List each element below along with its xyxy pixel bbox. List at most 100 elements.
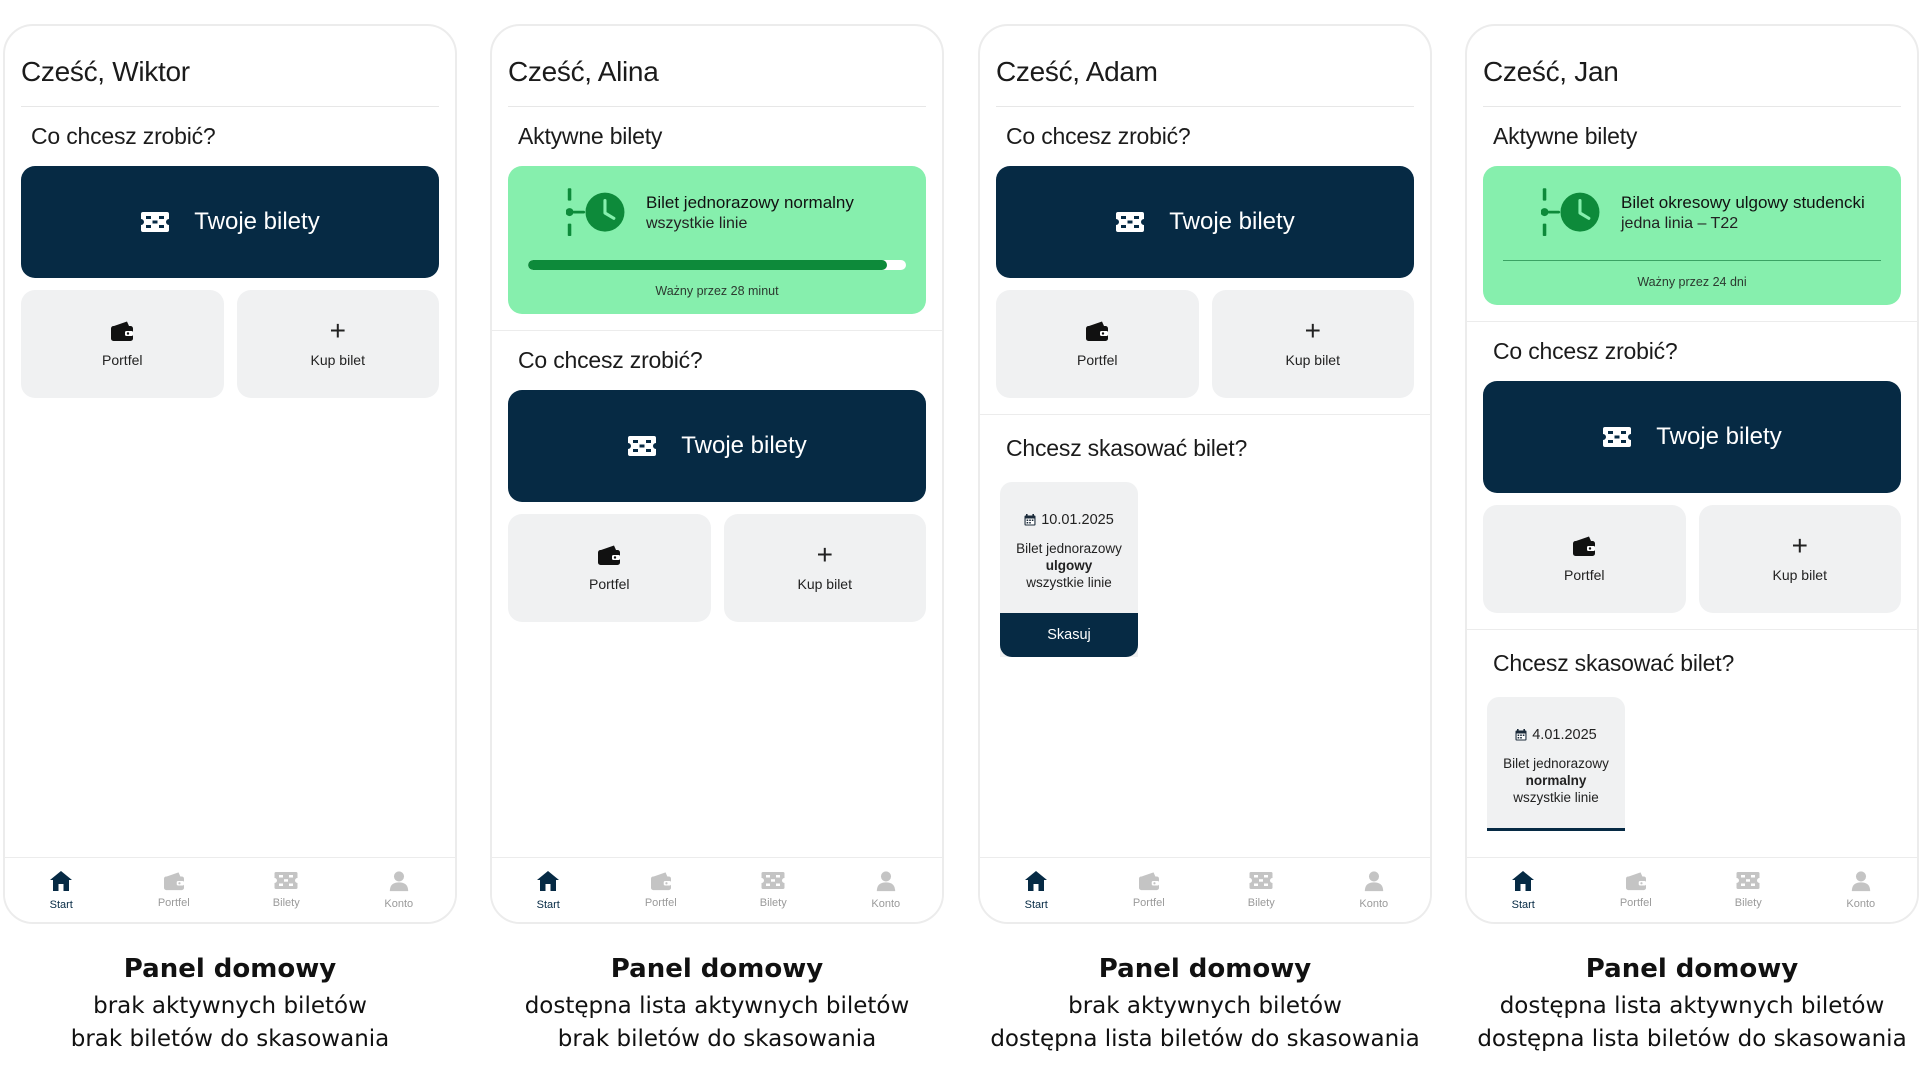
- your-tickets-button[interactable]: Twoje bilety: [996, 166, 1414, 278]
- home-icon: [49, 869, 73, 893]
- validate-title: Chcesz skasować bilet?: [1006, 435, 1248, 461]
- ticket-description: Bilet jednorazowy normalny wszystkie lin…: [1487, 755, 1625, 828]
- nav-tickets[interactable]: Bilety: [717, 858, 830, 922]
- nav-start-label: Start: [1024, 899, 1048, 911]
- nav-account[interactable]: Konto: [343, 858, 456, 922]
- caption-line-1: dostępna lista aktywnych biletów: [1499, 993, 1885, 1019]
- nav-wallet-label: Portfel: [644, 897, 677, 909]
- wallet-icon: [1572, 535, 1596, 557]
- user-icon: [875, 870, 897, 892]
- nav-tickets-label: Bilety: [759, 897, 787, 909]
- active-ticket-card[interactable]: Bilet okresowy ulgowy studencki jedna li…: [1483, 166, 1901, 305]
- ticket-to-validate-card[interactable]: 4.01.2025 Bilet jednorazowy normalny wsz…: [1487, 697, 1625, 831]
- nav-start[interactable]: Start: [5, 858, 118, 922]
- validity-text: Ważny przez 24 dni: [1637, 275, 1747, 289]
- wallet-button[interactable]: Portfel: [21, 290, 224, 398]
- wallet-label: Portfel: [102, 352, 143, 368]
- nav-account[interactable]: Konto: [1805, 858, 1918, 922]
- calendar-icon: [1024, 514, 1036, 526]
- caption-line-2: brak biletów do skasowania: [557, 1026, 877, 1052]
- wallet-label: Portfel: [1564, 567, 1605, 583]
- caption-line-2: dostępna lista biletów do skasowania: [1477, 1026, 1907, 1052]
- active-tickets-section: Aktywne bilety Bilet okresowy ulgowy stu…: [1467, 123, 1917, 305]
- active-tickets-title: Aktywne bilety: [1493, 123, 1638, 149]
- ticket-icon: [627, 435, 657, 457]
- actions-section: Co chcesz zrobić? Twoje bilety Portfel +…: [1467, 321, 1917, 613]
- nav-wallet-label: Portfel: [1132, 897, 1165, 909]
- wallet-button[interactable]: Portfel: [996, 290, 1199, 398]
- phone-screen-3: Cześć, Adam Co chcesz zrobić? Twoje bile…: [978, 24, 1432, 924]
- ticket-to-validate-card[interactable]: 10.01.2025 Bilet jednorazowy ulgowy wszy…: [1000, 482, 1138, 657]
- your-tickets-label: Twoje bilety: [681, 432, 807, 459]
- nav-start-label: Start: [49, 899, 73, 911]
- actions-title: Co chcesz zrobić?: [1493, 338, 1678, 364]
- timer-icon: [1541, 188, 1603, 238]
- ticket-fare: normalny: [1525, 773, 1587, 788]
- nav-wallet[interactable]: Portfel: [1093, 858, 1206, 922]
- nav-wallet[interactable]: Portfel: [605, 858, 718, 922]
- nav-tickets[interactable]: Bilety: [1205, 858, 1318, 922]
- active-tickets-section: Aktywne bilety Bilet jednorazowy normaln…: [492, 123, 942, 314]
- nav-account-label: Konto: [871, 898, 901, 910]
- ticket-icon: [1736, 871, 1760, 891]
- validate-button[interactable]: Skasuj: [1000, 613, 1138, 657]
- your-tickets-button[interactable]: Twoje bilety: [508, 390, 926, 502]
- active-ticket-subtitle: jedna linia – T22: [1621, 215, 1739, 232]
- nav-wallet[interactable]: Portfel: [1580, 858, 1693, 922]
- ticket-icon: [1115, 211, 1145, 233]
- buy-ticket-label: Kup bilet: [797, 576, 852, 592]
- user-icon: [1363, 870, 1385, 892]
- active-ticket-card[interactable]: Bilet jednorazowy normalny wszystkie lin…: [508, 166, 926, 314]
- calendar-icon: [1515, 729, 1527, 741]
- nav-tickets-label: Bilety: [272, 897, 300, 909]
- wallet-label: Portfel: [1077, 352, 1118, 368]
- nav-tickets-label: Bilety: [1247, 897, 1275, 909]
- nav-account[interactable]: Konto: [1318, 858, 1431, 922]
- your-tickets-button[interactable]: Twoje bilety: [21, 166, 439, 278]
- nav-start[interactable]: Start: [1467, 858, 1580, 922]
- caption-line-2: dostępna lista biletów do skasowania: [990, 1026, 1420, 1052]
- nav-start[interactable]: Start: [980, 858, 1093, 922]
- ticket-fare: ulgowy: [1045, 558, 1093, 573]
- ticket-icon: [761, 871, 785, 891]
- wallet-icon: [1138, 871, 1160, 891]
- bottom-nav: Start Portfel Bilety Konto: [1467, 857, 1917, 922]
- nav-account-label: Konto: [1359, 898, 1389, 910]
- nav-account-label: Konto: [384, 898, 414, 910]
- wallet-icon: [650, 871, 672, 891]
- nav-wallet-label: Portfel: [157, 897, 190, 909]
- nav-account[interactable]: Konto: [830, 858, 943, 922]
- wallet-button[interactable]: Portfel: [1483, 505, 1686, 613]
- nav-start[interactable]: Start: [492, 858, 605, 922]
- validity-progress-fill: [528, 260, 888, 270]
- ticket-icon: [1602, 426, 1632, 448]
- validity-text: Ważny przez 28 minut: [655, 284, 779, 298]
- wallet-button[interactable]: Portfel: [508, 514, 711, 622]
- ticket-icon: [140, 211, 170, 233]
- caption-1: Panel domowy brak aktywnych biletów brak…: [3, 954, 457, 1056]
- active-ticket-title: Bilet okresowy ulgowy studencki: [1621, 193, 1865, 212]
- caption-title: Panel domowy: [1585, 954, 1799, 984]
- ticket-type: Bilet jednorazowy: [1016, 541, 1122, 556]
- nav-tickets[interactable]: Bilety: [1692, 858, 1805, 922]
- greeting: Cześć, Adam: [996, 56, 1414, 107]
- nav-tickets-label: Bilety: [1734, 897, 1762, 909]
- buy-ticket-button[interactable]: + Kup bilet: [723, 514, 926, 622]
- nav-wallet[interactable]: Portfel: [118, 858, 231, 922]
- actions-title: Co chcesz zrobić?: [31, 123, 216, 149]
- buy-ticket-button[interactable]: + Kup bilet: [1698, 505, 1901, 613]
- buy-ticket-button[interactable]: + Kup bilet: [1211, 290, 1414, 398]
- timer-icon: [566, 188, 628, 238]
- your-tickets-label: Twoje bilety: [1169, 208, 1295, 235]
- wallet-icon: [1625, 871, 1647, 891]
- nav-start-label: Start: [536, 899, 560, 911]
- caption-title: Panel domowy: [610, 954, 824, 984]
- phone-screen-2: Cześć, Alina Aktywne bilety Bilet jednor…: [490, 24, 944, 924]
- user-icon: [388, 870, 410, 892]
- your-tickets-button[interactable]: Twoje bilety: [1483, 381, 1901, 493]
- buy-ticket-button[interactable]: + Kup bilet: [236, 290, 439, 398]
- your-tickets-label: Twoje bilety: [1656, 423, 1782, 450]
- wallet-icon: [1085, 320, 1109, 342]
- home-icon: [1511, 869, 1535, 893]
- nav-tickets[interactable]: Bilety: [230, 858, 343, 922]
